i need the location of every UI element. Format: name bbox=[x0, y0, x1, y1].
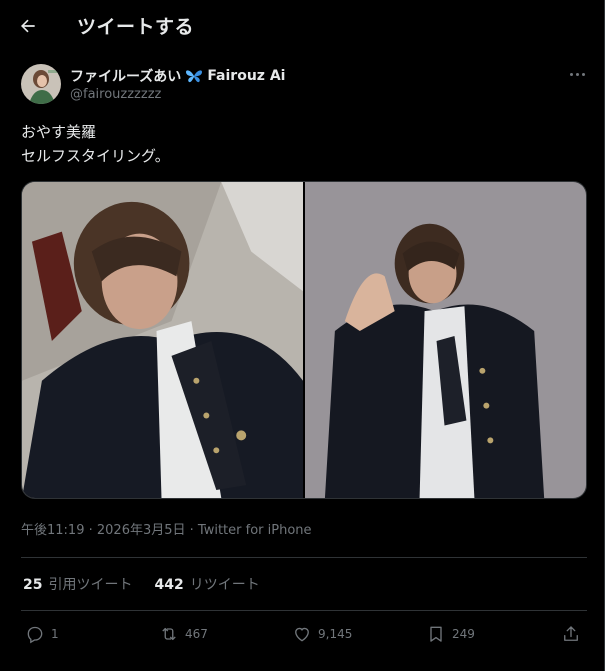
tweet-stats: 25 引用ツイート 442 リツイート bbox=[23, 574, 260, 594]
page-title: ツイートする bbox=[77, 16, 195, 38]
tweet-actions: 1 467 9,145 249 bbox=[21, 624, 587, 648]
bookmark-count: 249 bbox=[452, 627, 475, 641]
tweet-time[interactable]: 午後11:19 bbox=[21, 523, 84, 538]
divider bbox=[21, 557, 587, 558]
tweet-text: おやす美羅 セルフスタイリング。 bbox=[21, 120, 170, 168]
tweet-line: おやす美羅 bbox=[21, 123, 97, 141]
reply-button[interactable]: 1 bbox=[25, 624, 59, 644]
author-name[interactable]: ファイルーズあい Fairouz Ai bbox=[70, 66, 285, 86]
retweet-icon bbox=[162, 627, 176, 641]
photo-2[interactable] bbox=[305, 182, 586, 498]
more-button[interactable] bbox=[566, 66, 588, 82]
page-header: ツイートする bbox=[0, 0, 604, 52]
more-icon bbox=[569, 72, 573, 76]
retweet-label: リツイート bbox=[189, 577, 260, 593]
retweet-count: 442 bbox=[154, 577, 184, 593]
tweet-line: セルフスタイリング。 bbox=[21, 147, 170, 165]
quote-label: 引用ツイート bbox=[48, 577, 133, 593]
quote-tweets-stat[interactable]: 25 引用ツイート bbox=[23, 574, 132, 594]
tweet-media bbox=[21, 181, 587, 499]
retweet-action-count: 467 bbox=[185, 627, 208, 641]
retweets-stat[interactable]: 442 リツイート bbox=[154, 574, 259, 594]
bookmark-button[interactable]: 249 bbox=[426, 624, 475, 644]
butterfly-icon bbox=[186, 70, 203, 83]
like-button[interactable]: 9,145 bbox=[292, 624, 352, 644]
tweet-page: ツイートする ファイルーズあい Fairouz Ai @fairouzzzzzz… bbox=[0, 0, 605, 671]
author-name-en: Fairouz Ai bbox=[207, 68, 286, 84]
share-icon bbox=[564, 626, 578, 641]
author-handle[interactable]: @fairouzzzzzz bbox=[70, 87, 161, 102]
photo-1[interactable] bbox=[22, 182, 303, 498]
tweet-meta: 午後11:19 · 2026年3月5日 · Twitter for iPhone bbox=[21, 523, 312, 538]
avatar[interactable] bbox=[21, 64, 61, 104]
author-name-ja: ファイルーズあい bbox=[70, 69, 182, 85]
divider bbox=[21, 610, 587, 611]
quote-count: 25 bbox=[23, 577, 43, 593]
tweet-date[interactable]: 2026年3月5日 bbox=[97, 523, 186, 538]
reply-icon bbox=[27, 626, 43, 644]
tweet-source[interactable]: Twitter for iPhone bbox=[198, 523, 312, 538]
bookmark-icon bbox=[430, 626, 442, 642]
like-icon bbox=[295, 627, 309, 642]
back-button[interactable] bbox=[16, 14, 40, 38]
retweet-button[interactable]: 467 bbox=[159, 624, 208, 644]
share-button[interactable] bbox=[561, 624, 581, 644]
reply-count: 1 bbox=[51, 627, 59, 641]
back-arrow-icon bbox=[21, 19, 35, 33]
like-count: 9,145 bbox=[318, 627, 353, 641]
